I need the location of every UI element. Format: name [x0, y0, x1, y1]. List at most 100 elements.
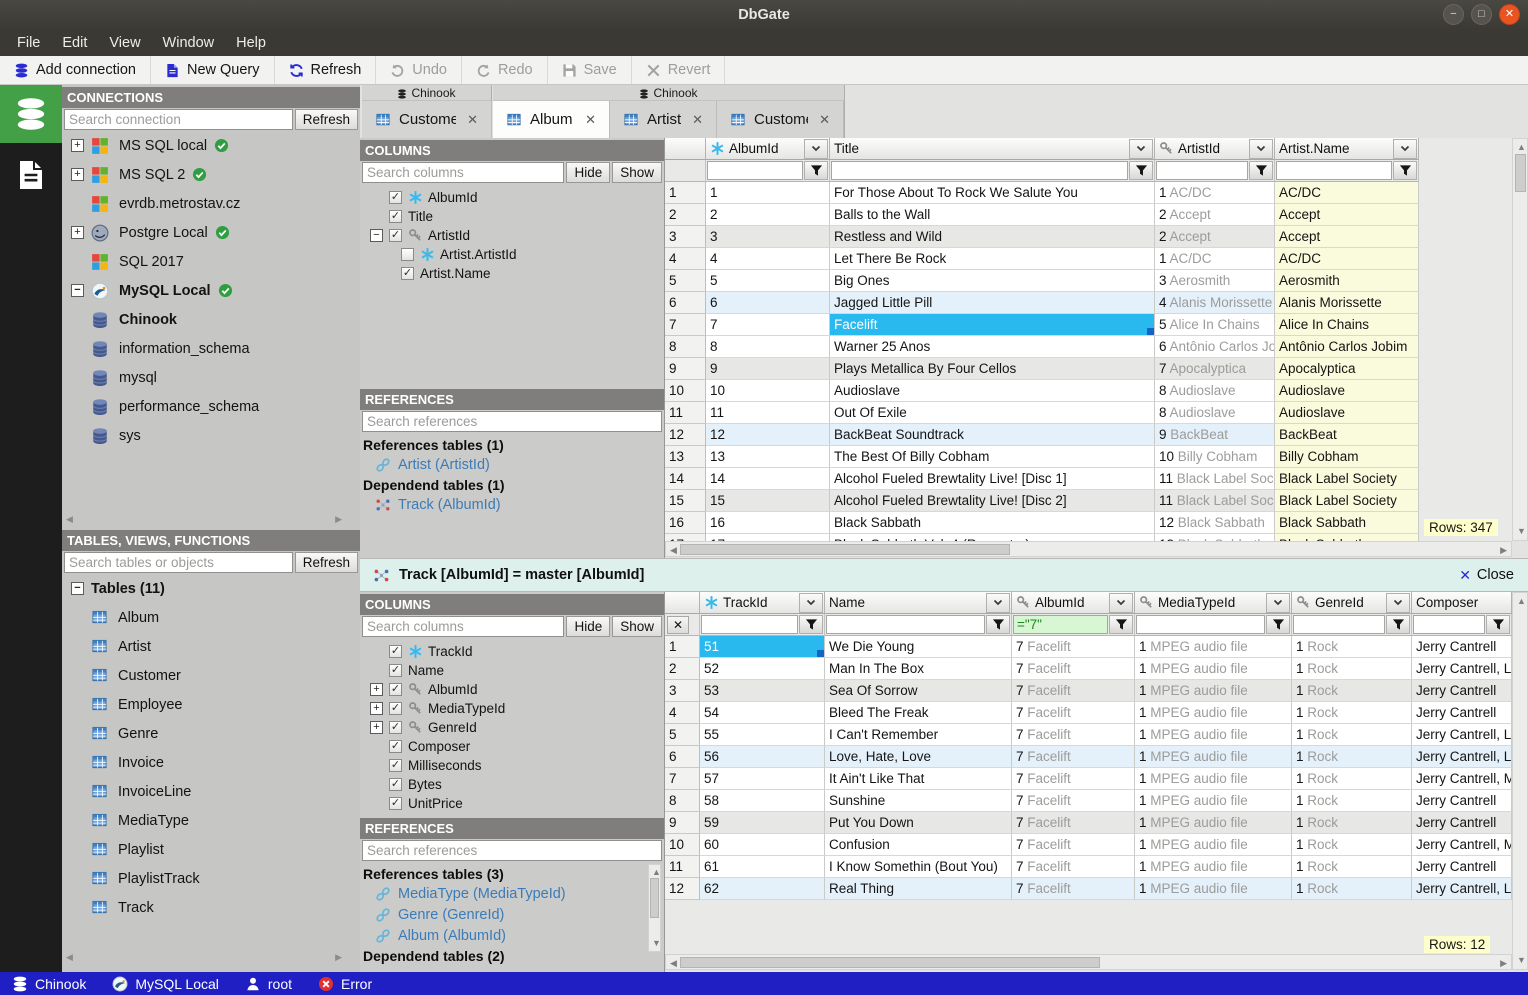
grid-cell[interactable]: 11 Black Label Society — [1155, 468, 1275, 490]
grid-cell[interactable]: 61 — [700, 856, 825, 878]
grid-column-header-trackid[interactable]: TrackId — [700, 592, 825, 614]
row-header-cell[interactable]: 17 — [665, 534, 706, 541]
row-header-cell[interactable]: 9 — [665, 812, 700, 834]
tables-hscrollbar[interactable]: ◀ ▶ — [62, 950, 360, 964]
grid-column-header-title[interactable]: Title — [830, 138, 1155, 160]
status-item-error[interactable]: Error — [318, 976, 372, 992]
connections-nav-button[interactable] — [0, 85, 62, 143]
menu-edit[interactable]: Edit — [51, 30, 98, 56]
table-item-album[interactable]: Album — [62, 603, 360, 632]
filter-input-albumid[interactable] — [1013, 615, 1108, 634]
checkbox[interactable]: ✓ — [389, 759, 402, 772]
grid-cell[interactable]: Black Sabbath Vol. 4 (Remaster) — [830, 534, 1155, 541]
grid-cell[interactable]: Facelift — [830, 314, 1155, 336]
grid-cell[interactable]: 7 Facelift — [1012, 680, 1135, 702]
grid-cell[interactable]: 7 Facelift — [1012, 768, 1135, 790]
grid-cell[interactable]: 1 MPEG audio file — [1135, 790, 1292, 812]
add-connection-button[interactable]: Add connection — [0, 56, 151, 84]
expander-icon[interactable]: + — [370, 721, 383, 734]
grid-cell[interactable]: 5 Alice In Chains — [1155, 314, 1275, 336]
grid-cell[interactable]: 7 Facelift — [1012, 724, 1135, 746]
connection-chinook[interactable]: Chinook — [62, 305, 360, 334]
grid-cell[interactable]: 1 MPEG audio file — [1135, 878, 1292, 900]
grid-cell[interactable]: 55 — [700, 724, 825, 746]
grid-cell[interactable]: 52 — [700, 658, 825, 680]
grid-cell[interactable]: 3 — [706, 226, 830, 248]
bottom-column-item-composer[interactable]: ✓ Composer — [360, 737, 664, 756]
grid-cell[interactable]: Jerry Cantrell, Layne Staley — [1412, 746, 1512, 768]
row-header-cell[interactable]: 4 — [665, 702, 700, 724]
grid-cell[interactable]: 7 Facelift — [1012, 856, 1135, 878]
grid-cell[interactable]: Audioslave — [1275, 380, 1419, 402]
top-show-button[interactable]: Show — [612, 162, 662, 183]
filter-input-mediatypeid[interactable] — [1136, 615, 1265, 634]
tab-customer[interactable]: Customer ✕ — [717, 101, 844, 138]
connection-information-schema[interactable]: information_schema — [62, 334, 360, 363]
expander-icon[interactable]: + — [370, 702, 383, 715]
grid-cell[interactable]: 7 Apocalyptica — [1155, 358, 1275, 380]
grid-cell[interactable]: 17 — [706, 534, 830, 541]
table-item-employee[interactable]: Employee — [62, 690, 360, 719]
grid-column-header-composer[interactable]: Composer — [1412, 592, 1512, 614]
grid-cell[interactable]: Jerry Cantrell — [1412, 812, 1512, 834]
connection-postgre-local[interactable]: + Postgre Local — [62, 218, 360, 247]
top-columns-search-input[interactable] — [362, 162, 565, 183]
grid-column-header-genreid[interactable]: GenreId — [1292, 592, 1412, 614]
expander-icon[interactable]: − — [71, 582, 84, 595]
grid-cell[interactable]: Put You Down — [825, 812, 1012, 834]
grid-cell[interactable]: 11 — [706, 402, 830, 424]
reference-link-genre-genreid-[interactable]: Genre (GenreId) — [360, 904, 664, 925]
grid-cell[interactable]: 8 — [706, 336, 830, 358]
grid-cell[interactable]: 2 Accept — [1155, 204, 1275, 226]
tab-artist[interactable]: Artist ✕ — [610, 101, 717, 138]
grid-cell[interactable]: 1 MPEG audio file — [1135, 680, 1292, 702]
top-column-item-title[interactable]: ✓ Title — [360, 207, 664, 226]
grid-cell[interactable]: 1 MPEG audio file — [1135, 636, 1292, 658]
grid-cell[interactable]: 1 Rock — [1292, 878, 1412, 900]
grid-cell[interactable]: 1 MPEG audio file — [1135, 856, 1292, 878]
grid-cell[interactable]: Warner 25 Anos — [830, 336, 1155, 358]
reference-link-track-albumid-[interactable]: Track (AlbumId) — [360, 494, 664, 515]
grid-cell[interactable]: 1 AC/DC — [1155, 248, 1275, 270]
grid-cell[interactable]: Jerry Cantrell, Layne Staley — [1412, 878, 1512, 900]
table-item-artist[interactable]: Artist — [62, 632, 360, 661]
grid-cell[interactable]: 1 Rock — [1292, 834, 1412, 856]
top-column-item-albumid[interactable]: ✓ AlbumId — [360, 188, 664, 207]
bottom-show-button[interactable]: Show — [612, 616, 662, 637]
reference-link-album-albumid-[interactable]: Album (AlbumId) — [360, 925, 664, 946]
grid-cell[interactable]: Big Ones — [830, 270, 1155, 292]
grid-column-header-mediatypeid[interactable]: MediaTypeId — [1135, 592, 1292, 614]
grid-cell[interactable]: 7 Facelift — [1012, 702, 1135, 724]
top-column-item-artist-name[interactable]: ✓ Artist.Name — [360, 264, 664, 283]
grid-column-header-name[interactable]: Name — [825, 592, 1012, 614]
grid-cell[interactable]: 1 Rock — [1292, 790, 1412, 812]
grid-cell[interactable]: Jerry Cantrell, Michael Starr, Layne Sta… — [1412, 834, 1512, 856]
column-menu-chevron-icon[interactable] — [1266, 592, 1290, 613]
grid-cell[interactable]: Restless and Wild — [830, 226, 1155, 248]
tab-close-icon[interactable]: ✕ — [585, 112, 596, 128]
checkbox[interactable] — [401, 248, 414, 261]
checkbox[interactable]: ✓ — [389, 645, 402, 658]
grid-cell[interactable]: 1 MPEG audio file — [1135, 746, 1292, 768]
bottom-grid-vscrollbar[interactable]: ▲ ▼ — [1512, 592, 1528, 970]
column-menu-chevron-icon[interactable] — [1129, 138, 1153, 159]
grid-cell[interactable]: 7 Facelift — [1012, 834, 1135, 856]
column-menu-chevron-icon[interactable] — [804, 138, 828, 159]
grid-cell[interactable]: 1 — [706, 182, 830, 204]
status-item-mysql-local[interactable]: MySQL Local — [112, 976, 219, 992]
grid-cell[interactable]: 7 — [706, 314, 830, 336]
bottom-column-item-trackid[interactable]: ✓ TrackId — [360, 642, 664, 661]
row-header-cell[interactable]: 2 — [665, 204, 706, 226]
table-item-playlist[interactable]: Playlist — [62, 835, 360, 864]
grid-cell[interactable]: Jerry Cantrell — [1412, 790, 1512, 812]
menu-help[interactable]: Help — [225, 30, 277, 56]
grid-cell[interactable]: I Can't Remember — [825, 724, 1012, 746]
grid-cell[interactable]: 6 Antônio Carlos Jobim — [1155, 336, 1275, 358]
grid-cell[interactable]: Audioslave — [1275, 402, 1419, 424]
grid-cell[interactable]: I Know Somethin (Bout You) — [825, 856, 1012, 878]
grid-cell[interactable]: Alcohol Fueled Brewtality Live! [Disc 2] — [830, 490, 1155, 512]
connections-hscrollbar[interactable]: ◀ ▶ — [62, 511, 360, 527]
grid-cell[interactable]: 9 — [706, 358, 830, 380]
grid-cell[interactable]: 58 — [700, 790, 825, 812]
row-header-cell[interactable]: 5 — [665, 724, 700, 746]
